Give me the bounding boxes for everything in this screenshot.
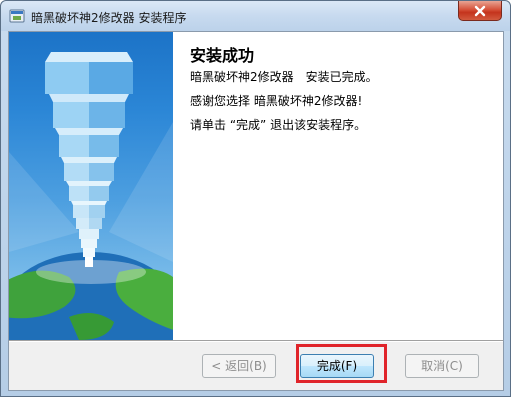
window-title: 暗黑破坏神2修改器 安装程序 — [31, 11, 187, 25]
finish-highlight-box — [296, 344, 387, 383]
close-button[interactable] — [458, 1, 502, 21]
dialog-client-area: 安装成功 暗黑破坏神2修改器 安装已完成。 感谢您选择 暗黑破坏神2修改器! 请… — [8, 31, 504, 391]
instruction-message: 请单击 “完成” 退出该安装程序。 — [190, 118, 367, 132]
title-bar: 暗黑破坏神2修改器 安装程序 — [1, 1, 510, 31]
content-panel: 安装成功 暗黑破坏神2修改器 安装已完成。 感谢您选择 暗黑破坏神2修改器! 请… — [173, 32, 503, 340]
back-button[interactable]: < 返回(B) — [202, 354, 276, 378]
completion-message: 暗黑破坏神2修改器 安装已完成。 — [190, 70, 378, 84]
thanks-message: 感谢您选择 暗黑破坏神2修改器! — [190, 94, 363, 108]
banner-image — [9, 32, 173, 340]
tower-graphic — [9, 52, 173, 340]
page-title: 安装成功 — [190, 46, 255, 65]
close-icon — [474, 5, 486, 16]
separator — [9, 340, 503, 342]
cancel-button[interactable]: 取消(C) — [405, 354, 479, 378]
installer-icon — [9, 9, 25, 23]
installer-window: 暗黑破坏神2修改器 安装程序 安装成功 暗黑破坏神2修改器 安装已完成。 感谢您… — [0, 0, 511, 397]
